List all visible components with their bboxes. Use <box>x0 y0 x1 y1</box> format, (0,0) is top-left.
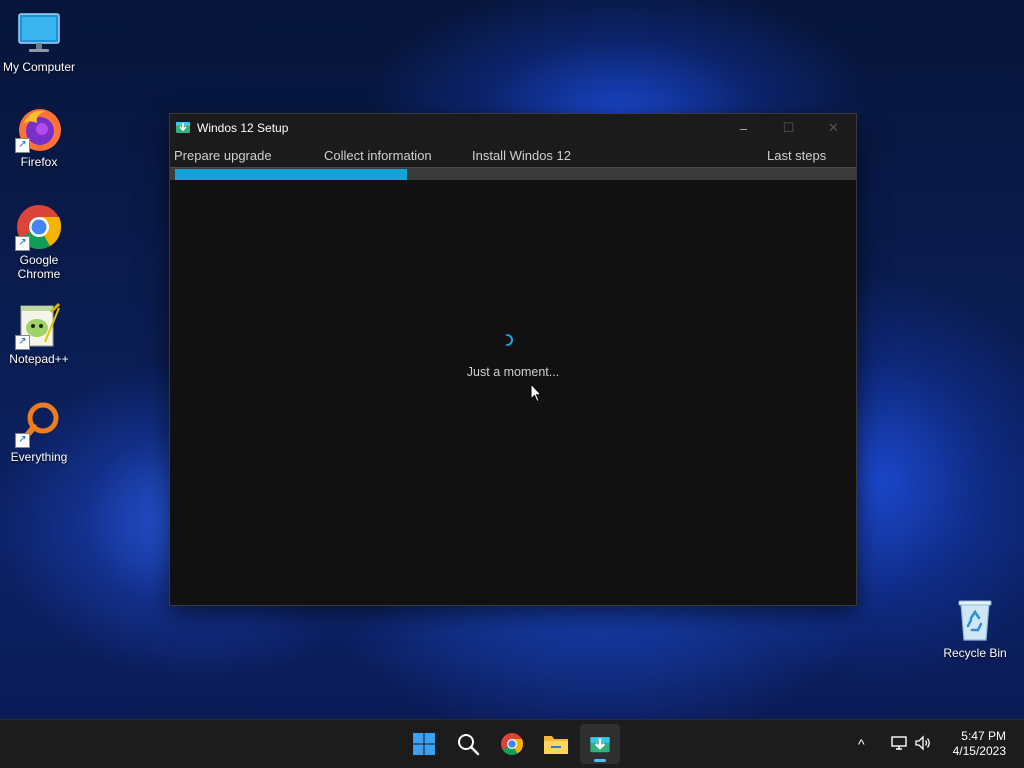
firefox-icon: ↗ <box>15 105 63 153</box>
shortcut-arrow-icon: ↗ <box>15 433 30 448</box>
running-indicator <box>594 759 606 762</box>
desktop-icon-label: Firefox <box>20 155 58 169</box>
monitor-icon <box>15 10 63 58</box>
title-bar[interactable]: Windos 12 Setup – ☐ ✕ <box>170 114 856 142</box>
step-prepare-upgrade: Prepare upgrade <box>174 148 272 163</box>
file-explorer-icon <box>544 736 568 754</box>
desktop-icon-label: Recycle Bin <box>943 646 1007 660</box>
step-last-steps: Last steps <box>767 148 827 163</box>
chrome-icon: ↗ <box>15 203 63 251</box>
chrome-icon <box>501 733 524 755</box>
taskbar-chrome-button[interactable] <box>492 724 532 764</box>
recycle-bin-icon <box>951 596 999 644</box>
network-icon[interactable] <box>890 734 908 755</box>
taskbar-file-explorer-button[interactable] <box>536 724 576 764</box>
window-title: Windos 12 Setup <box>197 121 289 135</box>
setup-steps: Prepare upgrade Collect information Inst… <box>170 142 856 167</box>
search-icon <box>458 734 480 756</box>
taskbar-setup-button[interactable] <box>580 724 620 764</box>
system-tray: ^ 5:47 PM 4/15/2023 <box>834 720 1024 768</box>
desktop-icon-label: Google Chrome <box>17 253 61 281</box>
notepad-plus-plus-icon: ↗ <box>15 302 63 350</box>
desktop-icon-notepad-plus-plus[interactable]: ↗ Notepad++ <box>0 302 78 366</box>
search-button[interactable] <box>448 724 488 764</box>
show-hidden-icons-chevron-icon[interactable]: ^ <box>858 736 865 752</box>
setup-content: Just a moment... <box>170 180 856 604</box>
desktop-icon-my-computer[interactable]: My Computer <box>0 10 78 74</box>
mouse-cursor-icon <box>530 382 543 408</box>
start-button[interactable] <box>404 724 444 764</box>
setup-window: Windos 12 Setup – ☐ ✕ Prepare upgrade Co… <box>169 113 857 606</box>
clock-date: 4/15/2023 <box>952 744 1006 758</box>
progress-bar-fill <box>175 169 407 180</box>
desktop-icon-everything[interactable]: ↗ Everything <box>0 400 78 464</box>
progress-bar <box>170 167 856 180</box>
clock-time: 5:47 PM <box>961 729 1006 743</box>
taskbar: ^ 5:47 PM 4/15/2023 <box>0 719 1024 768</box>
start-icon <box>413 733 435 755</box>
maximize-button[interactable]: ☐ <box>766 114 811 142</box>
close-button[interactable]: ✕ <box>811 114 856 142</box>
shortcut-arrow-icon: ↗ <box>15 335 30 350</box>
desktop-icon-label: My Computer <box>2 60 76 74</box>
desktop-icon-firefox[interactable]: ↗ Firefox <box>0 105 78 169</box>
minimize-button[interactable]: – <box>721 114 766 142</box>
step-install: Install Windos 12 <box>472 148 571 163</box>
shortcut-arrow-icon: ↗ <box>15 138 30 153</box>
setup-app-icon <box>175 119 191 138</box>
volume-icon[interactable] <box>914 734 932 755</box>
setup-icon <box>590 737 610 753</box>
clock[interactable]: 5:47 PM 4/15/2023 <box>953 729 1006 759</box>
desktop-icon-google-chrome[interactable]: ↗ Google Chrome <box>0 203 78 281</box>
magnifier-search-icon: ↗ <box>15 400 63 448</box>
status-text: Just a moment... <box>466 365 560 379</box>
loading-spinner-icon <box>501 333 513 346</box>
desktop-icon-recycle-bin[interactable]: Recycle Bin <box>936 596 1014 660</box>
desktop: My Computer ↗ Firefox ↗ Google Chrome ↗ … <box>0 0 1024 768</box>
shortcut-arrow-icon: ↗ <box>15 236 30 251</box>
desktop-icon-label: Notepad++ <box>9 352 69 366</box>
desktop-icon-label: Everything <box>10 450 68 464</box>
step-collect-information: Collect information <box>324 148 432 163</box>
